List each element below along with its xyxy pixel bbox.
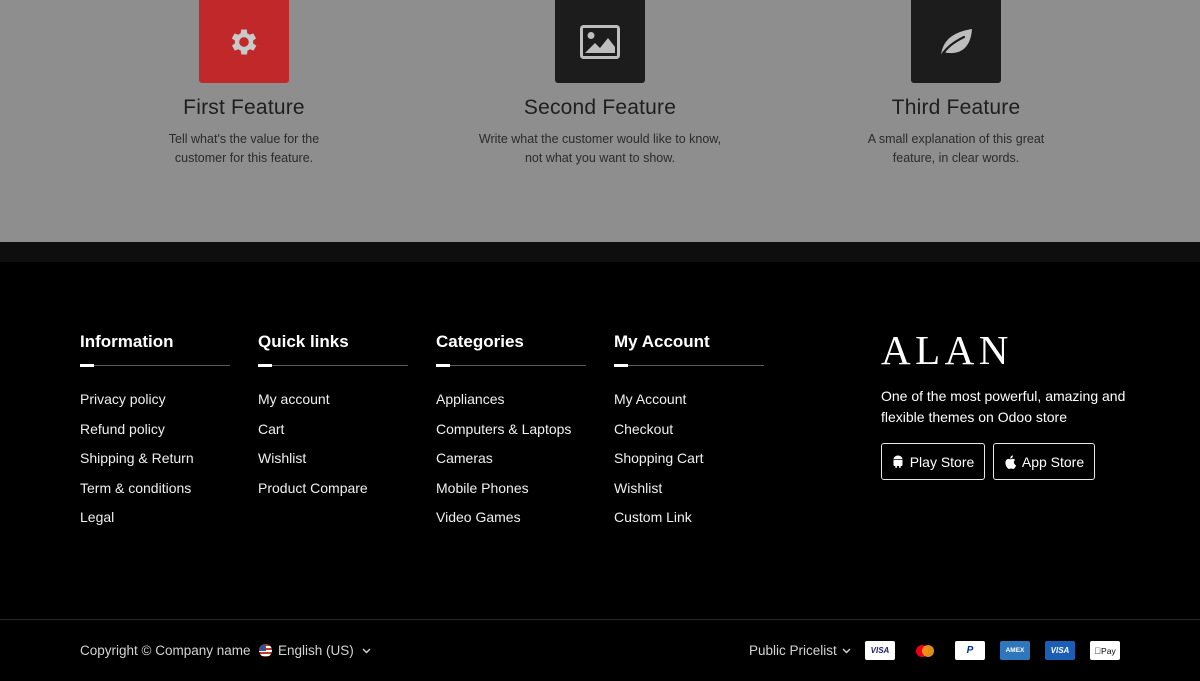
gear-icon [231,29,257,54]
link-list: Appliances Computers & Laptops Cameras M… [436,390,571,538]
paypal-icon: P [955,641,985,660]
footer-link[interactable]: Product Compare [258,479,368,509]
footer-link[interactable]: Refund policy [80,420,194,450]
feature-title: Second Feature [523,96,677,119]
brand-tagline: One of the most powerful, amazing and fl… [881,388,1126,425]
column-underline [80,364,230,367]
app-store-label: App Store [1021,453,1085,470]
language-selector[interactable]: English (US) [259,643,371,658]
feature-tile [199,0,289,83]
column-title: Categories [436,332,524,351]
feature-description: Write what the customer would like to kn… [478,132,722,165]
column-underline [258,364,408,367]
app-store-button[interactable]: App Store [993,443,1095,480]
feature-description: A small explanation of this great feature… [867,132,1045,165]
footer-link[interactable]: Cameras [436,449,571,479]
footer-link[interactable]: My account [258,390,368,420]
footer-link[interactable]: Legal [80,508,194,538]
visa-icon: VISA [865,641,895,660]
image-icon [580,24,620,59]
chevron-down-icon [842,648,851,653]
pricelist-label: Public Pricelist [749,643,837,658]
footer-link[interactable]: Privacy policy [80,390,194,420]
feature-tile [555,0,645,83]
features-section: First Feature Tell what's the value for … [0,0,1200,242]
visa-electron-icon: VISA [1045,641,1075,660]
column-underline [436,364,586,367]
footer-link[interactable]: Mobile Phones [436,479,571,509]
us-flag-icon [259,644,272,657]
footer-column-categories: Categories Appliances Computers & Laptop… [436,332,586,525]
feature-description: Tell what's the value for the customer fo… [168,132,320,165]
feature-title: First Feature [183,96,305,119]
footer-column-information: Information Privacy policy Refund policy… [80,332,230,525]
footer-column-quick-links: Quick links My account Cart Wishlist Pro… [258,332,408,496]
footer-link[interactable]: Shipping & Return [80,449,194,479]
column-underline [614,364,764,367]
column-title: Information [80,332,174,351]
apple-icon [1005,454,1016,469]
language-label: English (US) [278,643,354,658]
mastercard-icon [910,641,940,660]
brand-block: ALAN One of the most powerful, amazing a… [881,330,1125,480]
footer-link[interactable]: Term & conditions [80,479,194,509]
column-title: My Account [614,332,710,351]
footer-link[interactable]: My Account [614,390,704,420]
footer-column-my-account: My Account My Account Checkout Shopping … [614,332,764,525]
feature-title: Third Feature [891,96,1021,119]
footer-link[interactable]: Appliances [436,390,571,420]
link-list: My Account Checkout Shopping Cart Wishli… [614,390,704,538]
android-icon [893,455,903,468]
play-store-label: Play Store [909,453,975,470]
footer-link[interactable]: Wishlist [258,449,368,479]
chevron-down-icon [362,648,371,653]
footer-link[interactable]: Computers & Laptops [436,420,571,450]
footer-link[interactable]: Shopping Cart [614,449,704,479]
footer-link[interactable]: Cart [258,420,368,450]
footer-link[interactable]: Wishlist [614,479,704,509]
leaf-icon [940,28,972,56]
footer-link[interactable]: Video Games [436,508,571,538]
amex-icon: AMEX [1000,641,1030,660]
column-title: Quick links [258,332,349,351]
apple-pay-icon: Pay [1090,641,1120,660]
copyright-text: Copyright © Company name [80,643,251,658]
bottom-divider [0,619,1200,620]
pricelist-selector[interactable]: Public Pricelist [749,643,851,658]
brand-logo[interactable]: ALAN [881,330,1013,371]
footer-link[interactable]: Checkout [614,420,704,450]
play-store-button[interactable]: Play Store [881,443,985,480]
link-list: Privacy policy Refund policy Shipping & … [80,390,194,538]
link-list: My account Cart Wishlist Product Compare [258,390,368,508]
footer-link[interactable]: Custom Link [614,508,704,538]
feature-tile [911,0,1001,83]
section-divider [0,242,1200,262]
